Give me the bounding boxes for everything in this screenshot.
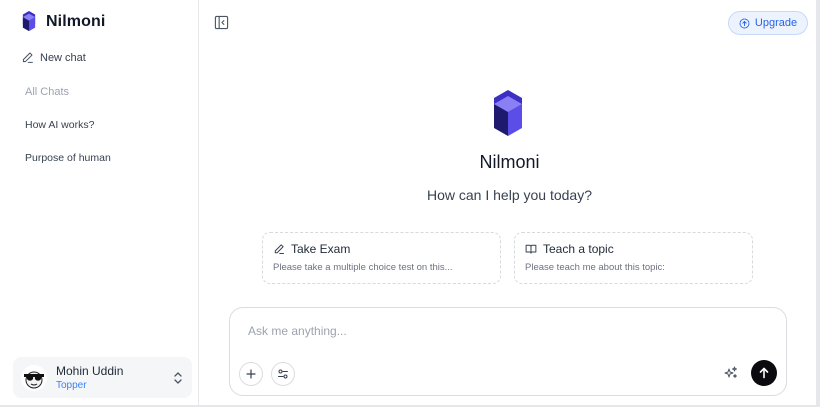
pencil-icon <box>22 52 33 63</box>
nilmoni-logo-icon <box>494 90 522 136</box>
attach-button[interactable] <box>239 362 263 386</box>
sparkle-icon[interactable] <box>724 366 738 380</box>
chat-composer <box>229 307 787 396</box>
page-subtitle: How can I help you today? <box>427 187 592 203</box>
prompt-description: Please teach me about this topic: <box>525 262 665 273</box>
all-chats-heading: All Chats <box>25 86 70 98</box>
message-input[interactable] <box>248 324 768 338</box>
send-button[interactable] <box>751 360 777 386</box>
chevron-up-down-icon <box>174 371 182 384</box>
page-title: Nilmoni <box>479 152 540 172</box>
new-chat-button[interactable]: New chat <box>21 51 86 64</box>
prompt-card-take-exam[interactable]: Take Exam Please take a multiple choice … <box>262 232 501 284</box>
user-name: Mohin Uddin <box>56 364 124 378</box>
upgrade-label: Upgrade <box>754 17 798 29</box>
prompt-title: Teach a topic <box>543 242 614 256</box>
pencil-icon <box>274 244 284 254</box>
nilmoni-logo-icon <box>22 11 36 32</box>
arrow-up-icon <box>759 367 769 379</box>
user-menu-button[interactable]: Mohin Uddin Topper <box>13 357 192 398</box>
user-badge: Topper <box>56 380 87 391</box>
sidebar-toggle-icon[interactable] <box>214 15 229 30</box>
window-edge <box>816 0 820 407</box>
prompt-card-teach-topic[interactable]: Teach a topic Please teach me about this… <box>514 232 753 284</box>
new-chat-label: New chat <box>40 51 86 64</box>
sidebar: Nilmoni New chat All Chats How AI works?… <box>0 0 199 407</box>
prompt-title: Take Exam <box>291 242 351 256</box>
brand[interactable]: Nilmoni <box>20 11 105 32</box>
book-open-icon <box>525 244 537 254</box>
prompt-description: Please take a multiple choice test on th… <box>273 262 453 273</box>
brand-name: Nilmoni <box>46 12 106 30</box>
sliders-icon <box>278 369 288 379</box>
plus-icon <box>246 369 256 379</box>
tools-button[interactable] <box>271 362 295 386</box>
avatar <box>21 364 47 391</box>
upgrade-button[interactable]: Upgrade <box>728 11 808 35</box>
chat-item-how-ai-works[interactable]: How AI works? <box>25 119 94 131</box>
arrow-up-circle-icon <box>739 18 750 28</box>
